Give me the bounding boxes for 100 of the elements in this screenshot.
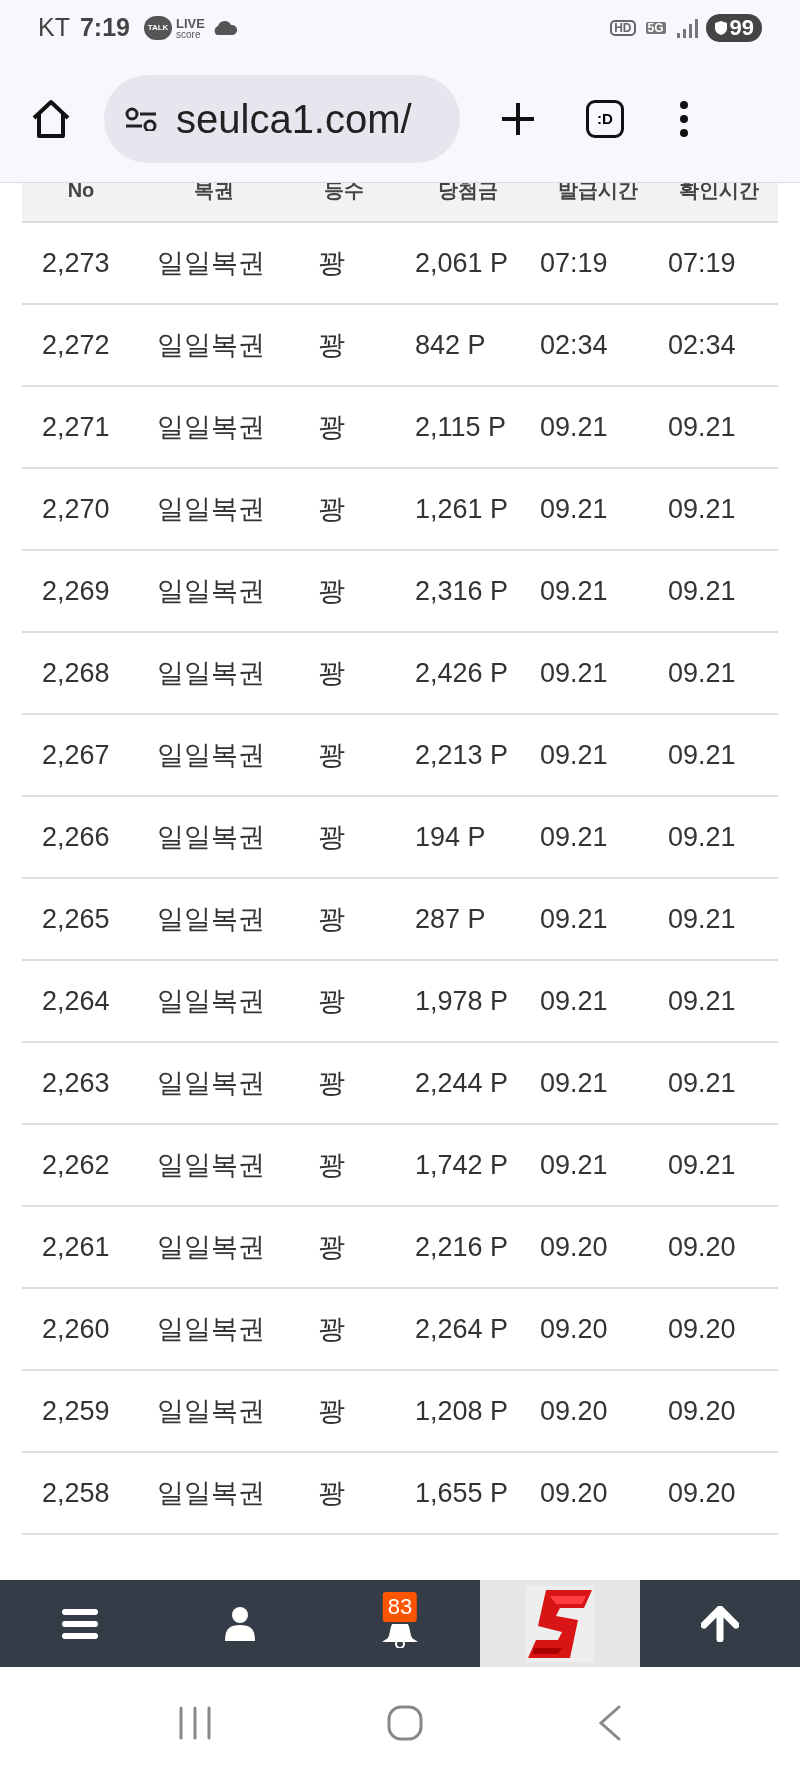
table-cell-text: 일일복권: [156, 574, 266, 608]
table-cell-text: 09.21: [667, 984, 737, 1018]
table-cell-text: 2,264: [41, 984, 111, 1018]
table-cell-text: 꽝: [317, 1394, 346, 1428]
menu-icon[interactable]: [678, 100, 690, 138]
site-settings-icon[interactable]: [124, 107, 158, 131]
table-cell-text: 09.20: [539, 1394, 609, 1428]
table-cell-text: 일일복권: [156, 1312, 266, 1346]
column-header: No: [66, 183, 96, 203]
table-cell-text: 287 P: [414, 902, 487, 936]
table-cell-text: 09.21: [667, 1066, 737, 1100]
table-cell-text: 일일복권: [156, 410, 266, 444]
table-cell-text: 09.21: [539, 656, 609, 690]
table-cell-text: 꽝: [317, 902, 346, 936]
url-text: seulca1.com/: [176, 96, 412, 143]
notification-badge: 83: [382, 1592, 418, 1622]
table-cell-text: 일일복권: [156, 1066, 266, 1100]
table-cell-text: 07:19: [667, 246, 737, 280]
column-header: 등수: [323, 183, 365, 203]
table-cell-text: 09.21: [539, 1148, 609, 1182]
table-cell-text: 09.21: [667, 492, 737, 526]
recent-apps-icon[interactable]: [177, 1705, 212, 1740]
table-cell-text: 2,269: [41, 574, 111, 608]
table-cell-text: 09.21: [539, 984, 609, 1018]
table-cell-text: 2,213 P: [414, 738, 510, 772]
home-icon[interactable]: [30, 98, 72, 140]
table-cell-text: 09.20: [667, 1476, 737, 1510]
table-cell-text: 2,272: [41, 328, 111, 362]
table-cell-text: 2,264 P: [414, 1312, 510, 1346]
table-cell-text: 2,316 P: [414, 574, 510, 608]
table-cell-text: 2,262: [41, 1148, 111, 1182]
table-cell-text: 꽝: [317, 1476, 346, 1510]
table-cell-text: 09.21: [539, 738, 609, 772]
table-cell-text: 꽝: [317, 656, 346, 690]
table-cell-text: 꽝: [317, 574, 346, 608]
table-cell-text: 꽝: [317, 738, 346, 772]
home-button-icon[interactable]: [387, 1704, 423, 1741]
table-cell-text: 2,216 P: [414, 1230, 510, 1264]
table-cell-text: 2,061 P: [414, 246, 510, 280]
hd-label: HD: [610, 20, 636, 36]
table-cell-text: 02:34: [539, 328, 609, 362]
table-cell-text: 2,271: [41, 410, 111, 444]
tab-switcher-button[interactable]: :D: [586, 100, 624, 138]
table-cell-text: 2,115 P: [414, 410, 508, 444]
talk-notification-icon: TALK: [144, 16, 172, 40]
score-label: score: [176, 29, 202, 40]
table-cell-text: 일일복권: [156, 1394, 266, 1428]
table-cell-text: 2,260: [41, 1312, 111, 1346]
table-cell-text: 09.21: [667, 820, 737, 854]
table-cell-text: 09.21: [539, 492, 609, 526]
menu-icon[interactable]: [61, 1606, 99, 1641]
table-cell-text: 일일복권: [156, 738, 266, 772]
table-cell-text: 09.21: [539, 410, 609, 444]
back-icon[interactable]: [598, 1704, 623, 1741]
table-cell-text: 09.20: [667, 1312, 737, 1346]
table-cell-text: 2,259: [41, 1394, 111, 1428]
table-cell-text: 1,978 P: [414, 984, 510, 1018]
table-cell-text: 일일복권: [156, 1476, 266, 1510]
table-cell-text: 꽝: [317, 1148, 346, 1182]
table-cell-text: 2,258: [41, 1476, 111, 1510]
table-cell-text: 2,263: [41, 1066, 111, 1100]
table-cell-text: 일일복권: [156, 1230, 266, 1264]
table-cell-text: 일일복권: [156, 656, 266, 690]
table-cell-text: 09.21: [539, 902, 609, 936]
carrier-name: KT: [38, 12, 70, 44]
table-cell-text: 꽝: [317, 328, 346, 362]
table-cell-text: 2,265: [41, 902, 111, 936]
table-cell-text: 꽝: [317, 1066, 346, 1100]
table-cell-text: 2,270: [41, 492, 111, 526]
table-cell-text: 1,261 P: [414, 492, 510, 526]
scroll-top-arrow-icon[interactable]: [701, 1605, 739, 1642]
table-cell-text: 09.20: [539, 1476, 609, 1510]
table-cell-text: 일일복권: [156, 492, 266, 526]
table-cell-text: 09.21: [539, 1066, 609, 1100]
table-cell-text: 2,266: [41, 820, 111, 854]
battery-indicator: 99: [705, 14, 762, 42]
table-cell-text: 1,208 P: [414, 1394, 510, 1428]
table-cell-text: 09.21: [667, 574, 737, 608]
network-label: 5G: [645, 22, 666, 34]
table-cell-text: 09.21: [667, 902, 737, 936]
table-cell-text: 꽝: [317, 492, 346, 526]
table-cell-text: 2,426 P: [414, 656, 510, 690]
user-icon[interactable]: [224, 1605, 256, 1642]
table-cell-text: 842 P: [414, 328, 487, 362]
address-bar[interactable]: seulca1.com/: [104, 75, 460, 163]
table-cell-text: 일일복권: [156, 984, 266, 1018]
table-cell-text: 2,244 P: [414, 1066, 510, 1100]
table-cell-text: 09.21: [539, 820, 609, 854]
table-cell-text: 09.20: [539, 1230, 609, 1264]
clock: 7:19: [79, 12, 130, 44]
new-tab-icon[interactable]: [500, 101, 536, 137]
table-cell-text: 2,261: [41, 1230, 111, 1264]
table-cell-text: 2,267: [41, 738, 111, 772]
table-cell-text: 07:19: [539, 246, 609, 280]
table-cell-text: 02:34: [667, 328, 737, 362]
live-label: LIVE: [176, 16, 205, 30]
table-cell-text: 09.21: [667, 1148, 737, 1182]
table-cell-text: 일일복권: [156, 902, 266, 936]
table-cell-text: 09.20: [667, 1394, 737, 1428]
table-cell-text: 일일복권: [156, 246, 266, 280]
